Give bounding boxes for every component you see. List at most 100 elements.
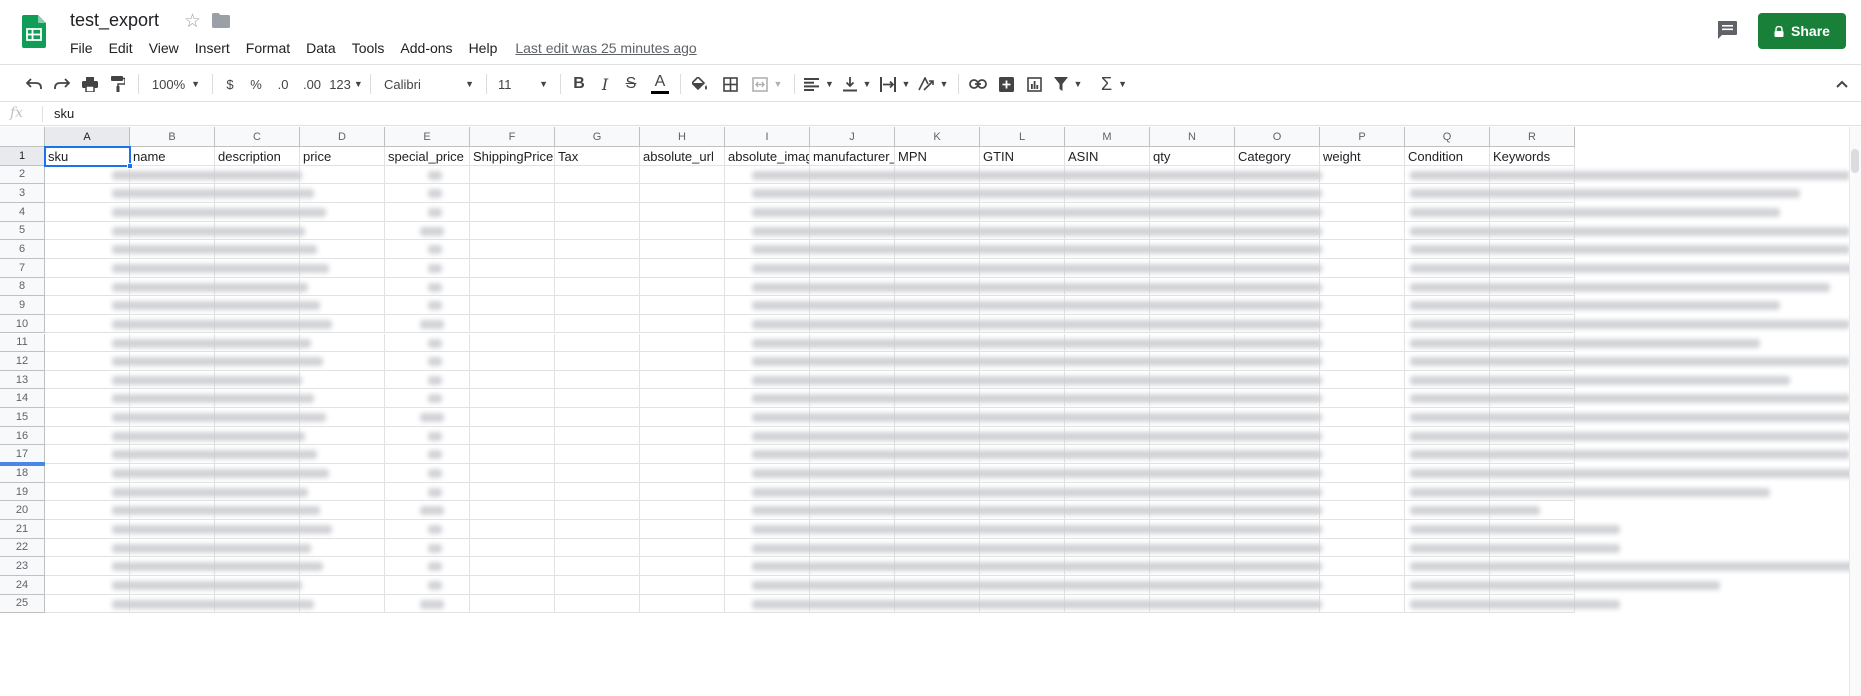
menu-format[interactable]: Format: [238, 40, 298, 56]
cell[interactable]: [640, 408, 725, 427]
sheets-logo-icon[interactable]: [22, 15, 46, 48]
star-icon[interactable]: ☆: [184, 10, 201, 33]
menu-data[interactable]: Data: [298, 40, 344, 56]
vertical-align-icon[interactable]: ▼: [840, 65, 874, 103]
cell[interactable]: [1320, 258, 1405, 278]
cell[interactable]: [470, 482, 555, 502]
cell[interactable]: [640, 314, 725, 334]
zoom-select[interactable]: 100% ▼: [148, 65, 204, 103]
cell[interactable]: [555, 482, 640, 502]
row-header-11[interactable]: 11: [0, 333, 45, 353]
insert-comment-icon[interactable]: [994, 65, 1018, 103]
header-cell-r[interactable]: Keywords: [1490, 147, 1575, 166]
decrease-decimal-button[interactable]: .0: [273, 65, 293, 103]
insert-link-icon[interactable]: [966, 65, 990, 103]
cell[interactable]: [640, 594, 725, 614]
italic-button[interactable]: I: [594, 65, 616, 103]
cell[interactable]: [470, 352, 555, 371]
column-header-r[interactable]: R: [1490, 127, 1575, 147]
cell[interactable]: [640, 277, 725, 297]
folder-icon[interactable]: [212, 13, 230, 28]
cell[interactable]: [1320, 501, 1405, 520]
freeze-row-handle[interactable]: [0, 462, 45, 467]
menu-edit[interactable]: Edit: [101, 40, 141, 56]
menu-tools[interactable]: Tools: [344, 40, 393, 56]
insert-chart-icon[interactable]: [1022, 65, 1046, 103]
column-header-i[interactable]: I: [725, 127, 810, 147]
cell[interactable]: [555, 202, 640, 222]
menu-add-ons[interactable]: Add-ons: [392, 40, 460, 56]
scrollbar-thumb[interactable]: [1851, 149, 1859, 173]
row-header-4[interactable]: 4: [0, 202, 45, 222]
fill-handle[interactable]: [127, 162, 133, 169]
row-header-25[interactable]: 25: [0, 594, 45, 614]
cell[interactable]: [300, 426, 385, 446]
row-header-13[interactable]: 13: [0, 370, 45, 390]
row-header-20[interactable]: 20: [0, 501, 45, 520]
cell[interactable]: [1320, 408, 1405, 427]
cell[interactable]: [555, 408, 640, 427]
fill-color-icon[interactable]: [688, 65, 712, 103]
column-header-d[interactable]: D: [300, 127, 385, 147]
undo-icon[interactable]: [22, 65, 46, 103]
cell[interactable]: [470, 221, 555, 241]
cell[interactable]: [1320, 594, 1405, 614]
column-header-n[interactable]: N: [1150, 127, 1235, 147]
filter-icon[interactable]: ▼: [1050, 65, 1086, 103]
cell[interactable]: [640, 221, 725, 241]
cell[interactable]: [470, 184, 555, 203]
cell[interactable]: [470, 594, 555, 614]
cell[interactable]: [640, 520, 725, 539]
cell[interactable]: [640, 165, 725, 185]
cell[interactable]: [555, 165, 640, 185]
percent-format-button[interactable]: %: [248, 65, 264, 103]
column-header-q[interactable]: Q: [1405, 127, 1490, 147]
column-header-b[interactable]: B: [130, 127, 215, 147]
redo-icon[interactable]: [50, 65, 74, 103]
cell[interactable]: [470, 445, 555, 465]
cell[interactable]: [640, 575, 725, 595]
cell[interactable]: [640, 482, 725, 502]
paint-format-icon[interactable]: [106, 65, 130, 103]
cell[interactable]: [1320, 557, 1405, 576]
header-cell-j[interactable]: manufacturer_na: [810, 147, 895, 166]
row-header-7[interactable]: 7: [0, 258, 45, 278]
cell[interactable]: [1320, 277, 1405, 297]
cell[interactable]: [1320, 314, 1405, 334]
document-title[interactable]: test_export: [70, 10, 159, 31]
font-family-select[interactable]: Calibri ▼: [380, 65, 478, 103]
cell[interactable]: [640, 240, 725, 259]
cell[interactable]: [555, 221, 640, 241]
row-header-23[interactable]: 23: [0, 557, 45, 576]
cell[interactable]: [555, 389, 640, 409]
more-formats-select[interactable]: 123 ▼: [329, 65, 363, 103]
header-cell-d[interactable]: price: [300, 147, 385, 166]
text-rotation-icon[interactable]: ▼: [916, 65, 950, 103]
column-header-c[interactable]: C: [215, 127, 300, 147]
cell[interactable]: [1320, 240, 1405, 259]
vertical-scrollbar[interactable]: [1849, 127, 1861, 696]
cell[interactable]: [300, 221, 385, 241]
cell[interactable]: [470, 277, 555, 297]
cell[interactable]: [470, 333, 555, 353]
row-header-5[interactable]: 5: [0, 221, 45, 241]
cell[interactable]: [1320, 184, 1405, 203]
row-header-14[interactable]: 14: [0, 389, 45, 409]
row-header-16[interactable]: 16: [0, 426, 45, 446]
borders-icon[interactable]: [718, 65, 742, 103]
share-button[interactable]: Share: [1758, 13, 1846, 49]
cell[interactable]: [470, 314, 555, 334]
row-header-21[interactable]: 21: [0, 520, 45, 539]
menu-file[interactable]: File: [62, 40, 101, 56]
cell[interactable]: [470, 165, 555, 185]
column-header-h[interactable]: H: [640, 127, 725, 147]
header-cell-l[interactable]: GTIN: [980, 147, 1065, 166]
cell[interactable]: [640, 296, 725, 315]
cell[interactable]: [555, 352, 640, 371]
cell[interactable]: [1320, 389, 1405, 409]
cell[interactable]: [470, 258, 555, 278]
cell[interactable]: [555, 445, 640, 465]
print-icon[interactable]: [78, 65, 102, 103]
cell[interactable]: [640, 557, 725, 576]
header-cell-h[interactable]: absolute_url: [640, 147, 725, 166]
